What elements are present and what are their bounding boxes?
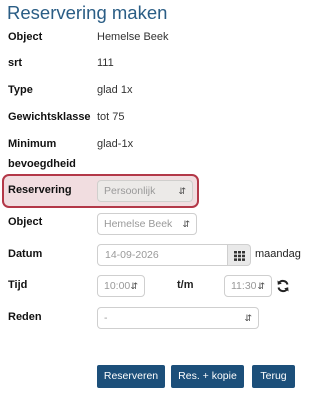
label-reservering: Reservering <box>8 184 72 196</box>
tijd-start-select[interactable]: 10:00 ⇵ <box>97 275 145 297</box>
reserveren-button[interactable]: Reserveren <box>97 365 165 388</box>
refresh-icon[interactable] <box>276 279 290 293</box>
terug-button[interactable]: Terug <box>252 365 295 388</box>
reservering-select[interactable]: Persoonlijk ⇵ <box>97 180 193 202</box>
select-chevron-icon: ⇵ <box>130 281 138 291</box>
value-minimum-bevoegdheid: glad-1x <box>97 138 134 150</box>
label-reden: Reden <box>8 311 42 323</box>
page-title: Reservering maken <box>7 2 168 23</box>
object-select-value: Hemelse Beek <box>104 218 173 230</box>
value-srt: 111 <box>97 57 114 69</box>
reden-select[interactable]: - ⇵ <box>97 307 259 329</box>
datum-weekday: maandag <box>255 248 301 260</box>
select-chevron-icon: ⇵ <box>244 313 252 323</box>
tijd-end-value: 11:30 <box>231 280 257 292</box>
label-gewichtsklasse: Gewichtsklasse <box>8 111 91 123</box>
value-type: glad 1x <box>97 84 133 96</box>
calendar-grid-icon <box>234 251 245 261</box>
label-object: Object <box>8 31 43 43</box>
reden-select-value: - <box>104 312 108 324</box>
res-kopie-button[interactable]: Res. + kopie <box>171 365 244 388</box>
label-type: Type <box>8 84 33 96</box>
select-chevron-icon: ⇵ <box>257 281 265 291</box>
label-srt: srt <box>8 57 23 69</box>
tijd-start-value: 10:00 <box>104 280 131 292</box>
label-minimum: Minimum <box>8 138 57 150</box>
label-bevoegdheid: bevoegdheid <box>8 158 76 170</box>
select-chevron-icon: ⇵ <box>182 219 190 229</box>
label-object-select: Object <box>8 216 43 228</box>
select-chevron-icon: ⇵ <box>178 186 186 196</box>
datum-input[interactable]: 14-09-2026 <box>97 244 228 266</box>
value-object: Hemelse Beek <box>97 31 169 43</box>
label-tijd: Tijd <box>8 279 28 291</box>
tijd-end-select[interactable]: 11:30 ⇵ <box>224 275 272 297</box>
calendar-button[interactable] <box>228 244 251 266</box>
value-gewichtsklasse: tot 75 <box>97 111 125 123</box>
object-select[interactable]: Hemelse Beek ⇵ <box>97 213 197 235</box>
label-datum: Datum <box>8 248 43 260</box>
tijd-separator: t/m <box>177 279 194 291</box>
reservering-select-value: Persoonlijk <box>104 185 156 197</box>
